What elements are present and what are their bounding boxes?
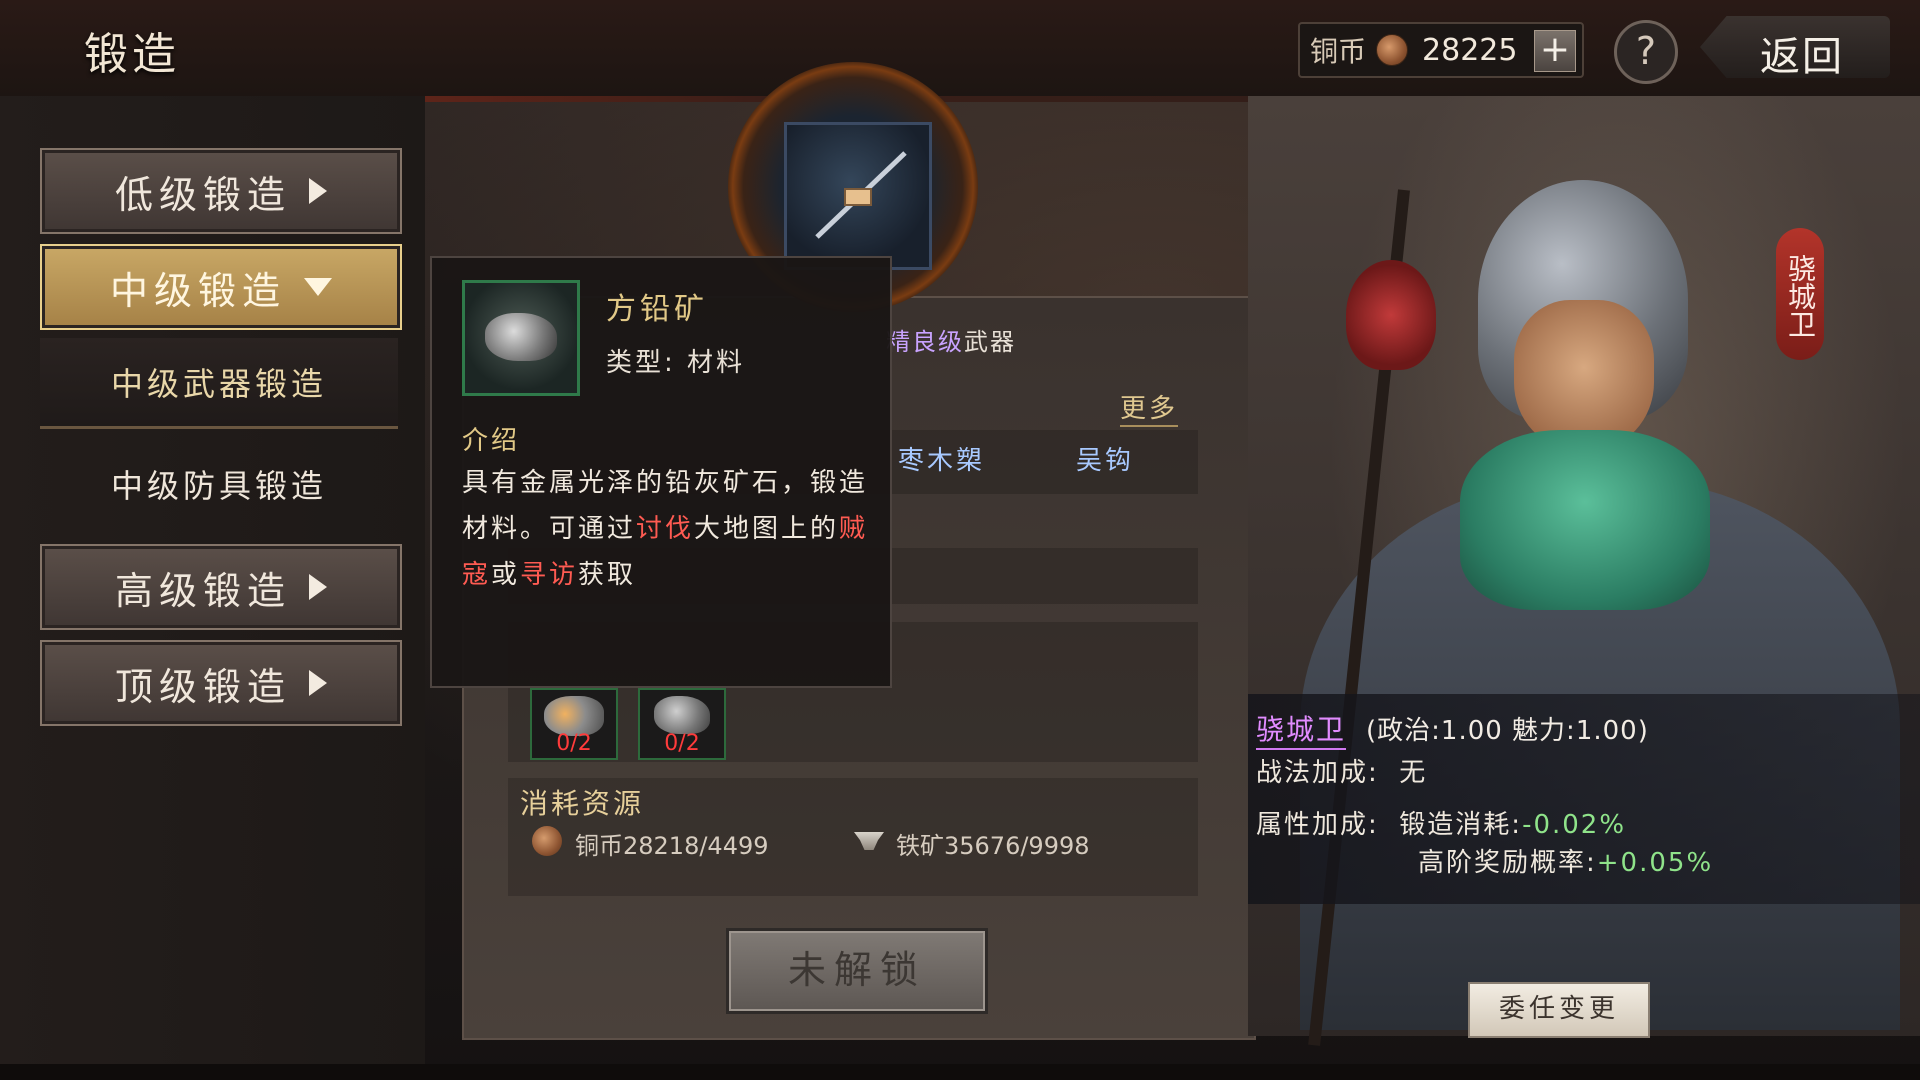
collapse-arrow-icon: [304, 278, 332, 296]
resources-title: 消耗资源: [520, 787, 645, 820]
tooltip-intro-label: 介绍: [462, 426, 521, 456]
attr-2-value: +0.05%: [1596, 848, 1714, 878]
sidebar-sub-mid-weapon[interactable]: 中级武器锻造: [40, 338, 398, 429]
character-scarf: [1460, 430, 1710, 610]
weapon-slot[interactable]: [784, 122, 932, 270]
sidebar-item-high-forge[interactable]: 高级锻造: [40, 544, 402, 630]
desc-text: 获取: [578, 560, 637, 590]
tooltip-item-frame: [462, 280, 580, 396]
bottom-strip: [0, 1064, 1920, 1080]
spear-tassel: [1346, 260, 1436, 370]
copper-coin-icon: [1376, 34, 1409, 66]
item-tooltip: 方铅矿 类型: 材料 介绍 具有金属光泽的铅灰矿石，锻造材料。可通过讨伐大地图上…: [430, 256, 892, 688]
desc-text: 或: [491, 560, 521, 590]
attr-bonus-line: 属性加成: 锻造消耗:-0.02%: [1256, 804, 1626, 841]
tactic-label: 战法加成:: [1256, 758, 1379, 788]
sidebar-item-label: 中级锻造: [109, 268, 286, 313]
character-attrs: (政治:1.00 魅力:1.00): [1366, 716, 1649, 746]
sidebar-item-label: 高级锻造: [114, 568, 291, 613]
lead-ore-icon: [654, 696, 710, 734]
sidebar-item-top-forge[interactable]: 顶级锻造: [40, 640, 402, 726]
candidate-item[interactable]: 枣木槊: [898, 440, 985, 477]
attr-bonus-line-2: 高阶奖励概率:+0.05%: [1418, 842, 1713, 879]
currency-label: 铜币: [1310, 35, 1367, 68]
ore-icon: [544, 696, 604, 736]
attr-1-label: 锻造消耗:: [1399, 810, 1523, 840]
add-currency-button[interactable]: +: [1534, 30, 1576, 72]
page-title: 锻造: [84, 29, 180, 80]
lead-ore-icon: [485, 313, 557, 361]
tactic-bonus-line: 战法加成: 无: [1256, 752, 1427, 789]
back-button[interactable]: 返回: [1700, 16, 1890, 78]
material-slot[interactable]: 0/2: [530, 688, 618, 760]
task-suffix: 武器: [964, 328, 1016, 356]
sword-icon: [815, 151, 907, 239]
character-face: [1514, 300, 1654, 450]
back-label: 返回: [1760, 34, 1844, 80]
sidebar-item-mid-forge[interactable]: 中级锻造: [40, 244, 402, 330]
candidate-item[interactable]: 吴钩: [1076, 440, 1134, 477]
tooltip-item-type: 类型: 材料: [606, 348, 746, 378]
resource-coin: 铜币28218/4499: [575, 832, 769, 860]
sidebar-item-low-forge[interactable]: 低级锻造: [40, 148, 402, 234]
attr-1-value: -0.02%: [1522, 810, 1627, 840]
quality-label: 精良级: [886, 328, 964, 356]
desc-text: 大地图上的: [694, 514, 840, 544]
unlock-button[interactable]: 未解锁: [726, 928, 988, 1014]
expand-arrow-icon: [309, 178, 327, 204]
tactic-value: 无: [1399, 758, 1428, 788]
character-name-tag: 骁城卫: [1776, 228, 1824, 360]
sidebar-item-label: 低级锻造: [114, 172, 291, 217]
more-link[interactable]: 更多: [1120, 388, 1179, 427]
attr-2-label: 高阶奖励概率:: [1418, 848, 1597, 878]
sidebar-item-label: 顶级锻造: [114, 664, 291, 709]
copper-coin-icon: [532, 826, 562, 856]
expand-arrow-icon: [309, 574, 327, 600]
currency-box: 铜币 28225 +: [1298, 22, 1584, 78]
desc-highlight: 讨伐: [636, 514, 695, 544]
material-slot[interactable]: 0/2: [638, 688, 726, 760]
forge-task-text: 精良级武器: [886, 322, 1016, 357]
change-assignment-button[interactable]: 委任变更: [1468, 982, 1650, 1038]
sidebar-sub-mid-armor[interactable]: 中级防具锻造: [40, 440, 398, 528]
tooltip-description: 具有金属光泽的铅灰矿石，锻造材料。可通过讨伐大地图上的贼寇或寻访获取: [462, 460, 872, 598]
character-name[interactable]: 骁城卫: [1256, 708, 1347, 750]
resource-iron: 铁矿35676/9998: [896, 832, 1090, 860]
currency-value: 28225: [1422, 32, 1518, 68]
expand-arrow-icon: [309, 670, 327, 696]
material-count: 0/2: [664, 731, 700, 756]
help-button[interactable]: ?: [1614, 20, 1678, 84]
tooltip-item-name: 方铅矿: [606, 292, 708, 327]
desc-highlight: 寻访: [520, 560, 579, 590]
material-count: 0/2: [556, 731, 592, 756]
attr-label: 属性加成:: [1256, 810, 1379, 840]
